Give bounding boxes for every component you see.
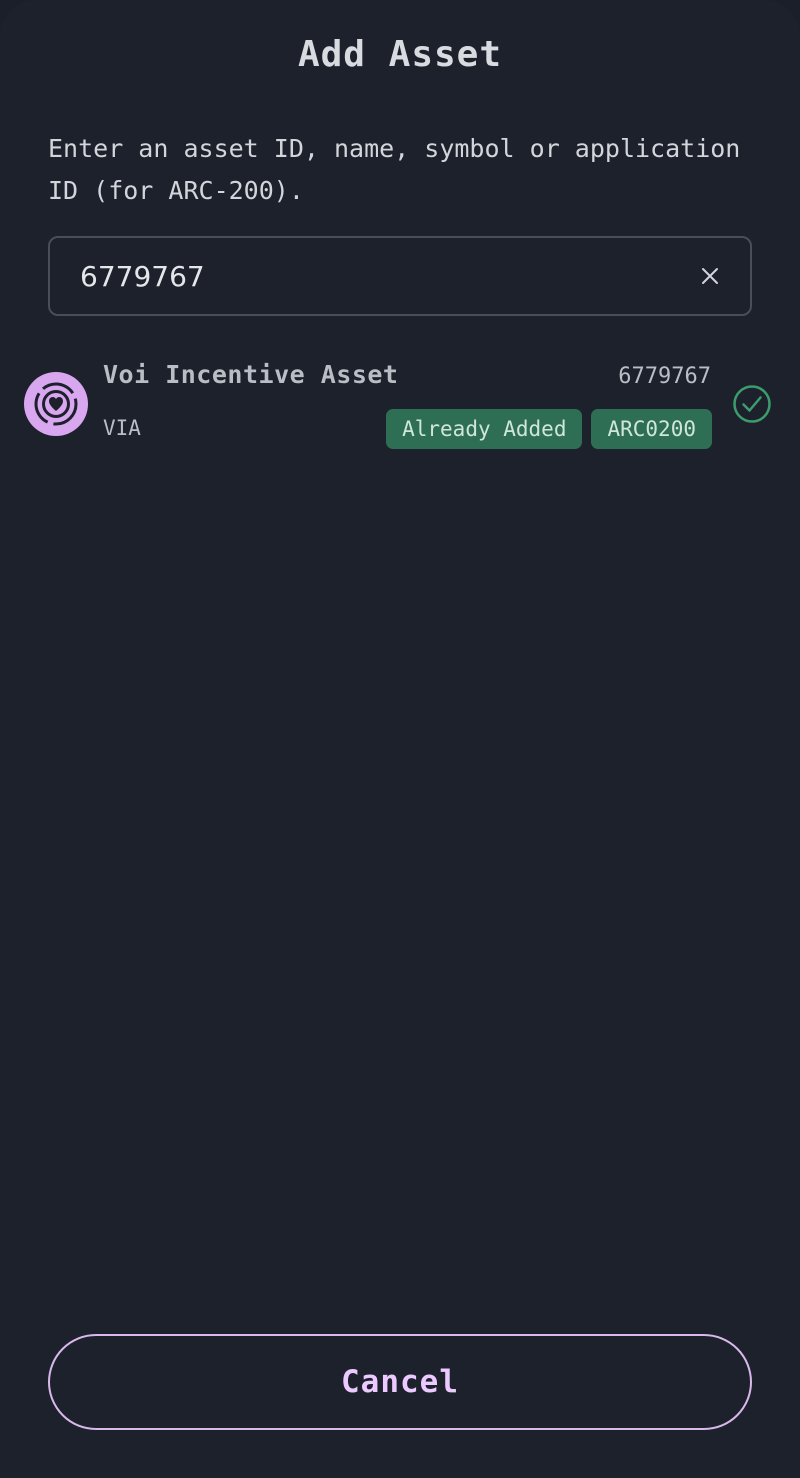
asset-avatar [24,372,88,436]
asset-badges: Already Added ARC0200 [386,409,712,449]
search-description: Enter an asset ID, name, symbol or appli… [48,134,741,205]
asset-result-item[interactable]: Voi Incentive Asset 6779767 VIA Already … [0,356,800,456]
page-title: Add Asset [297,34,503,75]
search-input[interactable] [50,237,670,315]
asset-name: Voi Incentive Asset [103,360,399,389]
asset-symbol: VIA [103,416,141,440]
standard-badge: ARC0200 [591,409,712,449]
add-asset-sheet: Add Asset Enter an asset ID, name, symbo… [0,0,800,1478]
search-field [48,236,752,316]
clear-search-button[interactable] [670,238,750,314]
asset-id: 6779767 [618,364,711,389]
cancel-button[interactable]: Cancel [48,1334,752,1430]
heart-coin-icon [34,382,78,426]
check-circle-icon [733,385,771,423]
close-icon [702,268,718,284]
already-added-badge: Already Added [386,409,583,449]
